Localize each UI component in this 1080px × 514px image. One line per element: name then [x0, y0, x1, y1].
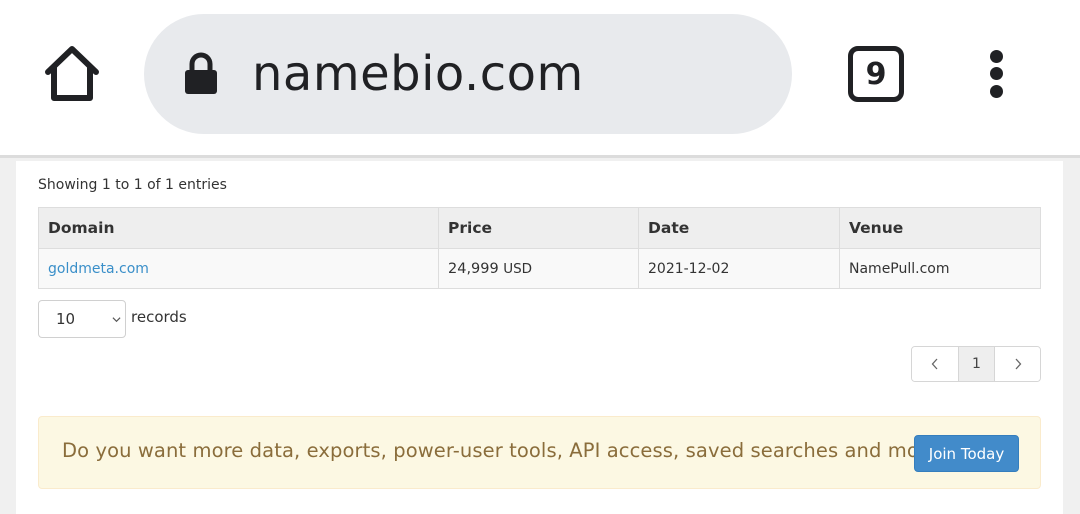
records-select[interactable]: 10 — [38, 300, 126, 338]
entries-info: Showing 1 to 1 of 1 entries — [38, 177, 227, 193]
browser-menu-button[interactable] — [980, 46, 1012, 102]
kebab-menu-icon — [990, 50, 1003, 63]
table-row: goldmeta.com 24,999 USD 2021-12-02 NameP… — [38, 248, 1041, 289]
column-header-date[interactable]: Date — [638, 207, 840, 249]
url-text: namebio.com — [252, 46, 584, 102]
cell-price: 24,999 USD — [438, 248, 639, 289]
cell-venue: NamePull.com — [839, 248, 1041, 289]
tab-switcher-button[interactable]: 9 — [848, 46, 904, 102]
page-1-button[interactable]: 1 — [959, 347, 995, 381]
page-prev-button[interactable] — [912, 347, 959, 381]
page-next-button[interactable] — [995, 347, 1040, 381]
records-label: records — [131, 308, 187, 326]
domain-link[interactable]: goldmeta.com — [48, 261, 149, 277]
kebab-menu-icon — [990, 67, 1003, 80]
chevron-left-icon — [931, 358, 938, 370]
chevron-down-icon — [112, 317, 121, 323]
chevron-right-icon — [1015, 358, 1021, 370]
column-header-venue[interactable]: Venue — [839, 207, 1041, 249]
upgrade-banner: Do you want more data, exports, power-us… — [38, 416, 1041, 489]
price-currency: USD — [503, 260, 533, 277]
home-button[interactable] — [40, 42, 104, 106]
cell-date: 2021-12-02 — [638, 248, 840, 289]
price-value: 24,999 — [448, 260, 499, 277]
cell-domain: goldmeta.com — [38, 248, 439, 289]
records-per-page: 10 records — [38, 300, 187, 338]
home-icon — [45, 46, 99, 101]
browser-toolbar: namebio.com 9 — [0, 0, 1080, 158]
page-content: Showing 1 to 1 of 1 entries Domain Price… — [16, 161, 1063, 514]
lock-icon — [185, 52, 217, 94]
upgrade-banner-text: Do you want more data, exports, power-us… — [62, 439, 950, 462]
column-header-price[interactable]: Price — [438, 207, 639, 249]
tab-count: 9 — [865, 56, 887, 92]
pagination: 1 — [911, 346, 1041, 382]
records-selected-value: 10 — [56, 310, 76, 328]
join-today-button[interactable]: Join Today — [914, 435, 1019, 472]
sales-table: Domain Price Date Venue goldmeta.com 24,… — [38, 207, 1041, 289]
address-bar[interactable]: namebio.com — [144, 14, 792, 134]
column-header-domain[interactable]: Domain — [38, 207, 439, 249]
kebab-menu-icon — [990, 85, 1003, 98]
table-header-row: Domain Price Date Venue — [38, 207, 1041, 249]
